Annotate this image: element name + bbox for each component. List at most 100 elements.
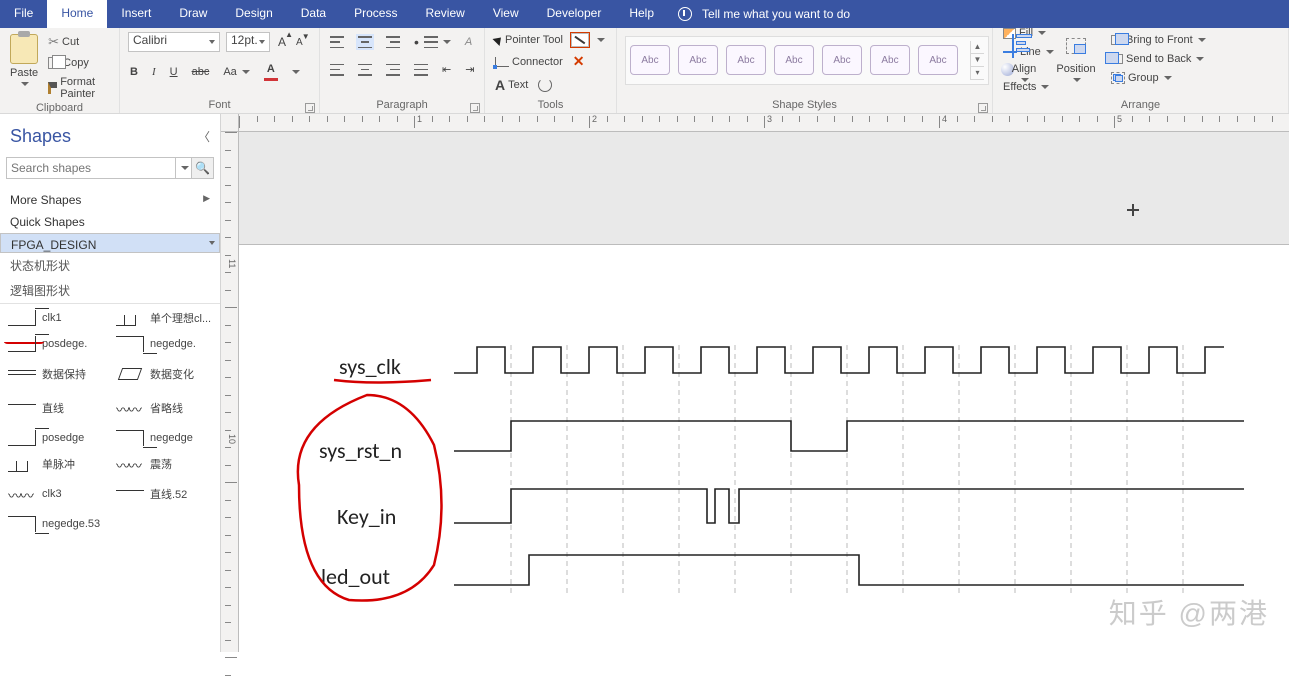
- tab-help[interactable]: Help: [615, 0, 668, 28]
- shrink-font-button[interactable]: A▼: [294, 35, 305, 50]
- send-back-label: Send to Back: [1126, 53, 1191, 65]
- tab-file[interactable]: File: [0, 0, 47, 28]
- stencil-shape[interactable]: 〰〰省略线: [116, 396, 220, 420]
- stencil-shape[interactable]: 直线.52: [116, 482, 220, 506]
- gallery-scroll[interactable]: ▲▼▾: [970, 41, 984, 80]
- line-tool-button[interactable]: [571, 33, 589, 47]
- cut-button[interactable]: ✂Cut: [46, 32, 111, 52]
- stencil-shape-label: posdege.: [42, 338, 87, 350]
- stencil-shape[interactable]: 直线: [8, 396, 112, 420]
- stencil-shape[interactable]: posdege.: [8, 336, 112, 352]
- copy-button[interactable]: Copy: [46, 55, 111, 71]
- text-tool-button[interactable]: AText: [493, 75, 530, 95]
- bold-button[interactable]: B: [128, 64, 140, 80]
- align-center-button[interactable]: [356, 62, 374, 78]
- stencil-shape[interactable]: negedge.: [116, 336, 220, 352]
- stencil-shape[interactable]: 单脉冲: [8, 456, 112, 472]
- pointer-tool-button[interactable]: Pointer Tool: [493, 32, 565, 48]
- collapse-shapes-pane-button[interactable]: 〈: [198, 128, 210, 145]
- logic-diagram-stencil[interactable]: 逻辑图形状: [0, 278, 220, 303]
- rotate-tool-button[interactable]: [536, 76, 554, 94]
- paste-button[interactable]: Paste: [8, 32, 40, 88]
- tab-home[interactable]: Home: [47, 0, 107, 28]
- step-up-icon: [8, 430, 36, 446]
- style-swatch[interactable]: Abc: [678, 45, 718, 75]
- font-color-button[interactable]: A: [262, 61, 280, 83]
- stencil-shape[interactable]: 数据保持: [8, 362, 112, 386]
- align-right-button[interactable]: [384, 62, 402, 78]
- italic-button[interactable]: I: [150, 64, 158, 80]
- style-swatch[interactable]: Abc: [726, 45, 766, 75]
- align-left-button[interactable]: [328, 62, 346, 78]
- justify-button[interactable]: [412, 62, 430, 78]
- more-shapes-item[interactable]: More Shapes▶: [0, 189, 220, 211]
- font-family-select[interactable]: Calibri: [128, 32, 220, 52]
- state-machine-stencil[interactable]: 状态机形状: [0, 253, 220, 278]
- shapes-search-input[interactable]: [6, 157, 176, 179]
- tell-me-search[interactable]: Tell me what you want to do: [678, 0, 850, 28]
- stencil-shape-label: negedge: [150, 432, 193, 444]
- step-dn-icon: [116, 336, 144, 352]
- stencil-shape[interactable]: negedge.53: [8, 516, 112, 532]
- style-swatch[interactable]: Abc: [918, 45, 958, 75]
- paragraph-dialog-launcher[interactable]: [470, 103, 480, 113]
- stencil-shape-label: posedge: [42, 432, 84, 444]
- style-swatch[interactable]: Abc: [630, 45, 670, 75]
- connect-point-x-button[interactable]: ✕: [571, 51, 587, 72]
- stencil-shape[interactable]: 〰〰clk3: [8, 482, 112, 506]
- change-case-button[interactable]: Aa: [221, 64, 251, 80]
- decrease-indent-button[interactable]: ⇤: [440, 61, 453, 78]
- shapes-search-options[interactable]: [176, 157, 192, 179]
- align-bottom-button[interactable]: [384, 34, 402, 50]
- tab-design[interactable]: Design: [221, 0, 286, 28]
- style-swatch[interactable]: Abc: [822, 45, 862, 75]
- send-back-button[interactable]: Send to Back: [1109, 51, 1208, 67]
- tab-review[interactable]: Review: [411, 0, 478, 28]
- shapes-search-go[interactable]: 🔍: [192, 157, 214, 179]
- format-painter-button[interactable]: Format Painter: [46, 74, 111, 102]
- tab-draw[interactable]: Draw: [165, 0, 221, 28]
- ruler-corner: [221, 114, 239, 132]
- drawing-canvas[interactable]: 12345 1110 sys_clk sys_rst_n Key_in led_…: [221, 114, 1289, 652]
- align-middle-button[interactable]: [356, 34, 374, 50]
- bullets-button[interactable]: [412, 32, 453, 52]
- group-tools: Pointer Tool Connector ✕ AText Tools: [485, 28, 617, 113]
- bring-front-button[interactable]: Bring to Front: [1109, 32, 1208, 48]
- position-button[interactable]: Position: [1053, 32, 1099, 84]
- stencil-shape[interactable]: clk1: [8, 310, 112, 326]
- align-top-button[interactable]: [328, 34, 346, 50]
- drawing-page[interactable]: sys_clk sys_rst_n Key_in led_out: [239, 244, 1289, 652]
- underline-button[interactable]: U: [168, 64, 180, 80]
- increase-indent-button[interactable]: ⇥: [463, 61, 476, 78]
- fpga-design-stencil[interactable]: FPGA_DESIGN: [0, 233, 220, 253]
- clear-format-button[interactable]: A: [463, 34, 474, 50]
- tab-process[interactable]: Process: [340, 0, 411, 28]
- group-shapes-button[interactable]: Group: [1109, 70, 1208, 86]
- quick-shapes-item[interactable]: Quick Shapes: [0, 211, 220, 233]
- grow-font-button[interactable]: A▲: [276, 33, 288, 51]
- shape-style-gallery[interactable]: Abc Abc Abc Abc Abc Abc Abc ▲▼▾: [625, 36, 989, 85]
- stencil-shape-label: clk3: [42, 488, 62, 500]
- style-swatch[interactable]: Abc: [870, 45, 910, 75]
- bring-front-icon: [1111, 35, 1123, 45]
- align-button[interactable]: Align: [1001, 32, 1047, 84]
- stencil-shape[interactable]: [116, 516, 220, 532]
- strike-button[interactable]: abc: [190, 64, 212, 80]
- shape-styles-dialog-launcher[interactable]: [978, 103, 988, 113]
- stencil-shape[interactable]: negedge: [116, 430, 220, 446]
- connector-tool-button[interactable]: Connector: [493, 54, 565, 70]
- tab-developer[interactable]: Developer: [533, 0, 616, 28]
- tab-view[interactable]: View: [479, 0, 533, 28]
- font-size-select[interactable]: 12pt.: [226, 32, 270, 52]
- stencil-shape-label: 单脉冲: [42, 456, 75, 472]
- blank-icon: [116, 516, 144, 532]
- style-swatch[interactable]: Abc: [774, 45, 814, 75]
- tab-insert[interactable]: Insert: [107, 0, 165, 28]
- stencil-shape[interactable]: 数据变化: [116, 362, 220, 386]
- stencil-shape[interactable]: 单个理想cl...: [116, 310, 220, 326]
- stencil-shape[interactable]: posedge: [8, 430, 112, 446]
- font-dialog-launcher[interactable]: [305, 103, 315, 113]
- bring-front-label: Bring to Front: [1126, 34, 1193, 46]
- stencil-shape[interactable]: 〰〰震荡: [116, 456, 220, 472]
- tab-data[interactable]: Data: [287, 0, 340, 28]
